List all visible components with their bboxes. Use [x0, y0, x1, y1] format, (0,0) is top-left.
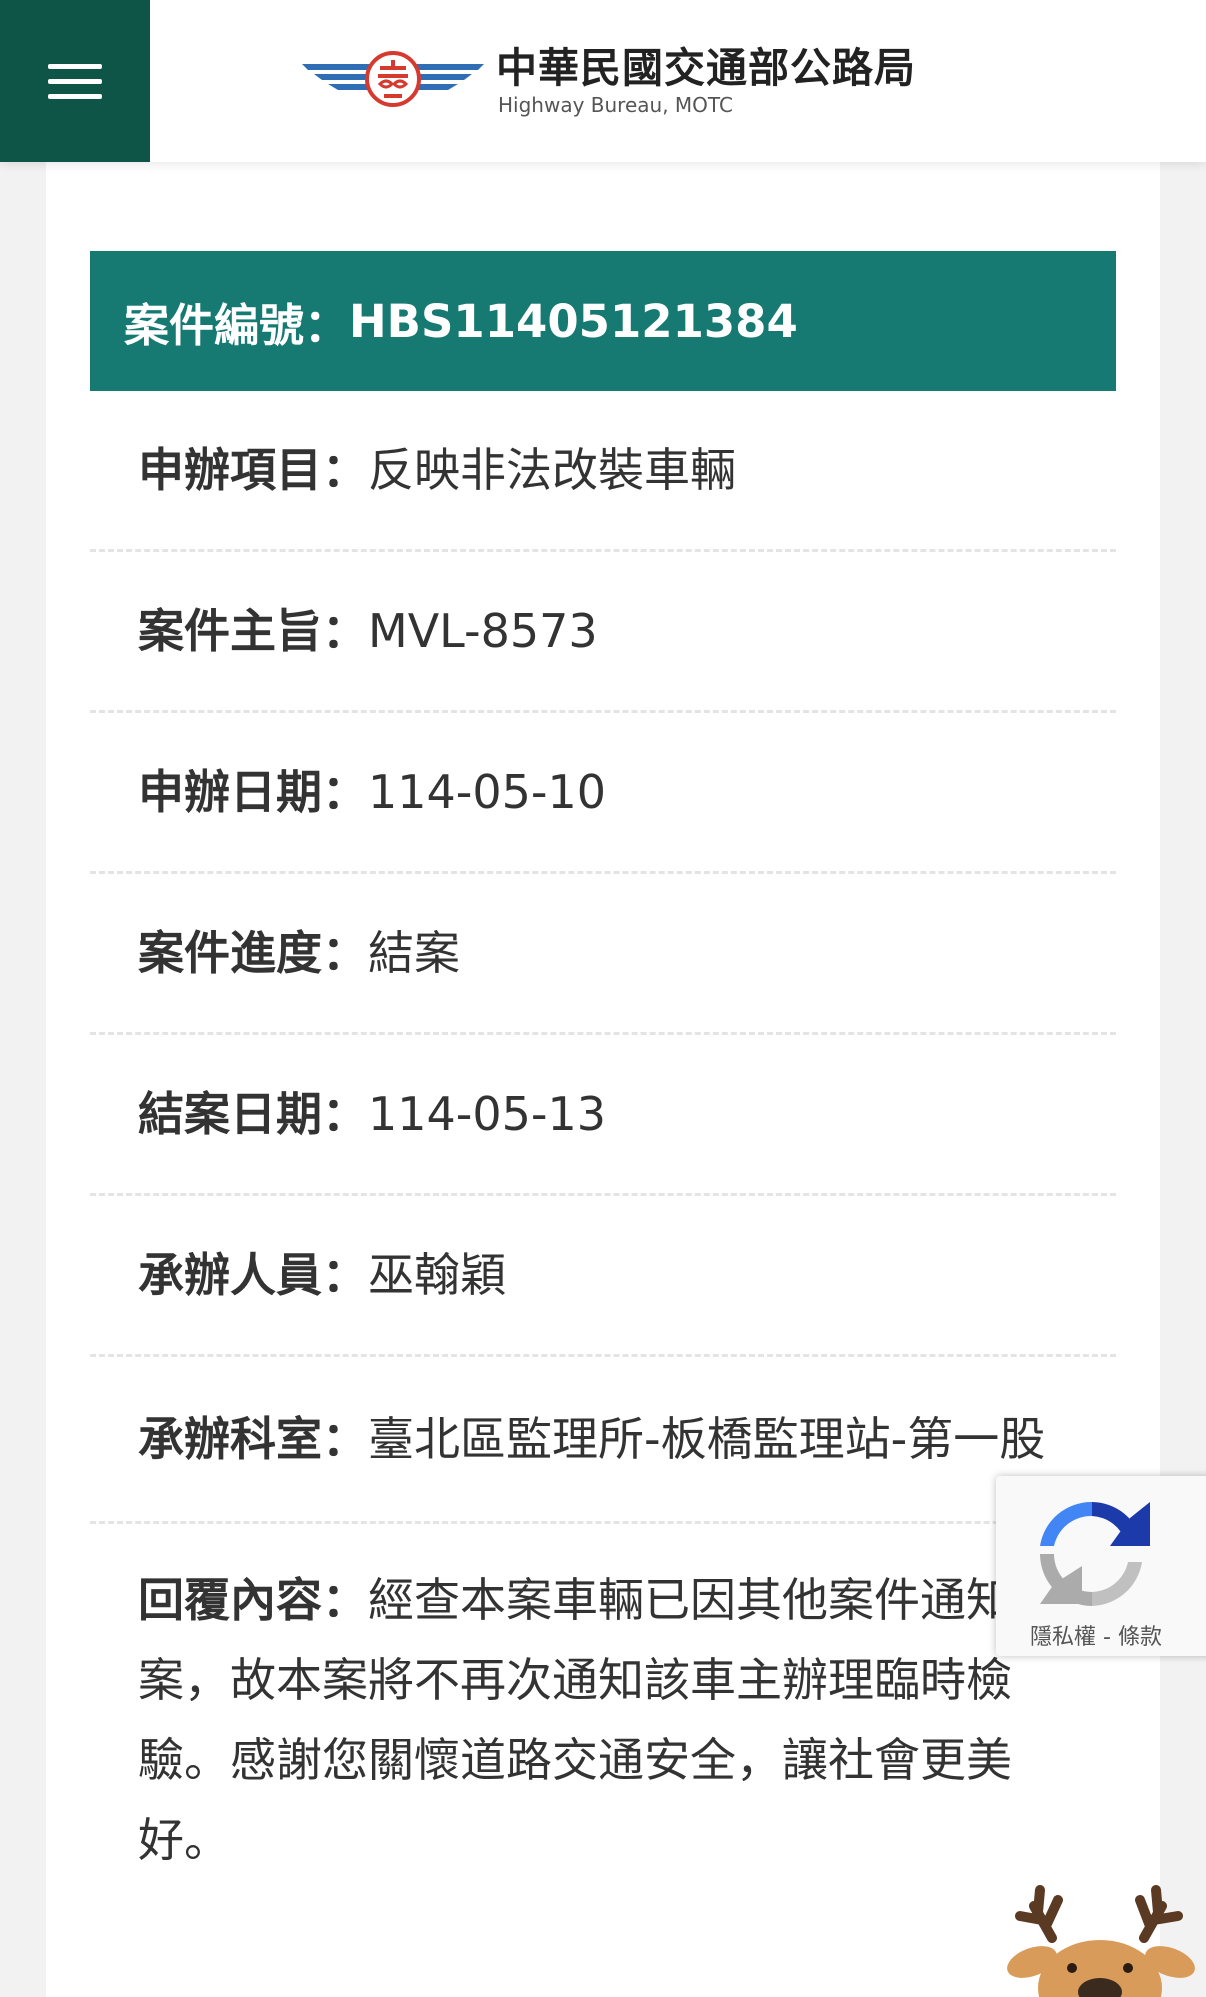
hamburger-menu-icon	[48, 54, 102, 109]
detail-label: 回覆內容：	[138, 1573, 368, 1627]
detail-label: 申辦項目：	[138, 443, 368, 497]
case-number-label: 案件編號：	[124, 298, 350, 352]
detail-row-application-item: 申辦項目：反映非法改裝車輛	[90, 391, 1116, 552]
menu-button[interactable]	[0, 0, 150, 162]
recaptcha-links: 隱私權 - 條款	[1030, 1619, 1162, 1651]
site-logo[interactable]: 中華民國交通部公路局 Highway Bureau, MOTC	[300, 36, 916, 126]
site-header: 中華民國交通部公路局 Highway Bureau, MOTC	[0, 0, 1206, 162]
case-number-value: HBS11405121384	[349, 294, 798, 348]
case-number-header: 案件編號： HBS11405121384	[90, 251, 1116, 391]
recaptcha-icon	[1040, 1501, 1150, 1606]
detail-label: 案件主旨：	[138, 604, 368, 658]
detail-value: 反映非法改裝車輛	[368, 443, 736, 497]
detail-label: 承辦人員：	[138, 1248, 368, 1302]
recaptcha-privacy-link[interactable]: 隱私權	[1030, 1625, 1096, 1650]
detail-value: MVL-8573	[368, 604, 598, 658]
detail-value: 114-05-10	[368, 765, 607, 819]
recaptcha-separator: -	[1096, 1625, 1118, 1650]
detail-label: 結案日期：	[138, 1087, 368, 1141]
logo-title-en: Highway Bureau, MOTC	[498, 93, 733, 117]
detail-value: 臺北區監理所-板橋監理站-第一股	[368, 1412, 1046, 1466]
detail-row-closed-date: 結案日期：114-05-13	[90, 1035, 1116, 1196]
recaptcha-terms-link[interactable]: 條款	[1118, 1625, 1162, 1650]
detail-row-progress: 案件進度：結案	[90, 874, 1116, 1035]
highway-bureau-emblem-icon	[302, 51, 484, 107]
detail-row-subject: 案件主旨：MVL-8573	[90, 552, 1116, 713]
detail-row-department: 承辦科室：臺北區監理所-板橋監理站-第一股	[90, 1357, 1116, 1524]
detail-row-application-date: 申辦日期：114-05-10	[90, 713, 1116, 874]
detail-value: 結案	[368, 926, 460, 980]
detail-row-handler: 承辦人員：巫翰穎	[90, 1196, 1116, 1357]
logo-title-zh: 中華民國交通部公路局	[496, 44, 916, 92]
detail-label: 申辦日期：	[138, 765, 368, 819]
detail-value: 巫翰穎	[368, 1248, 506, 1302]
detail-label: 案件進度：	[138, 926, 368, 980]
case-detail-list: 申辦項目：反映非法改裝車輛 案件主旨：MVL-8573 申辦日期：114-05-…	[90, 391, 1116, 1922]
detail-label: 承辦科室：	[138, 1412, 368, 1466]
reindeer-mascot-icon[interactable]	[994, 1876, 1206, 1997]
case-detail-card: 案件編號： HBS11405121384 申辦項目：反映非法改裝車輛 案件主旨：M…	[46, 162, 1160, 1997]
recaptcha-badge[interactable]: 隱私權 - 條款	[996, 1476, 1206, 1656]
detail-row-reply: 回覆內容：經查本案車輛已因其他案件通知在案，故本案將不再次通知該車主辦理臨時檢驗…	[90, 1524, 1116, 1922]
detail-value: 114-05-13	[368, 1087, 607, 1141]
